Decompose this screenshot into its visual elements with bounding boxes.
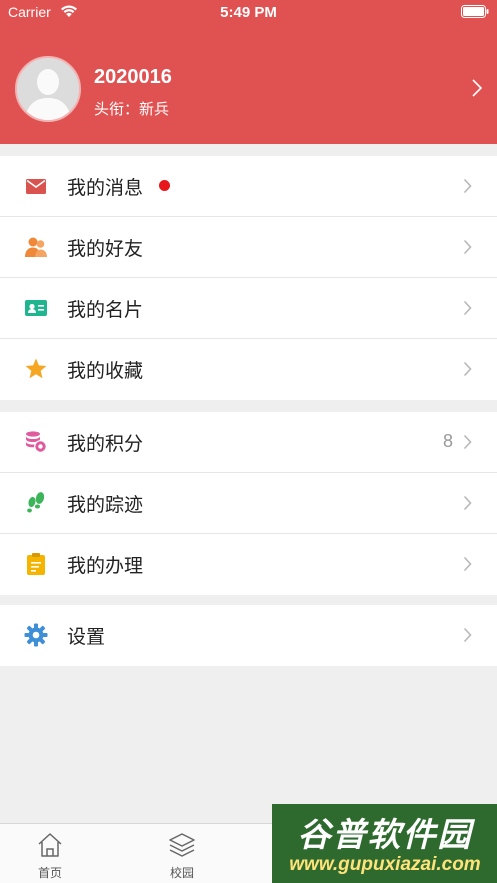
points-value: 8 [442,431,453,451]
tab-label: 校园 [169,866,194,880]
star-icon [25,358,47,379]
tab-label: 首页 [37,866,62,880]
id-card-icon [25,300,47,316]
footprints-icon [27,492,45,513]
chevron-right-icon [463,627,472,643]
battery-icon [461,5,489,18]
menu-item-label: 我的踪迹 [67,494,144,516]
person-silhouette-icon [17,58,79,120]
avatar[interactable] [15,56,81,122]
menu-item-business-card[interactable]: 我的名片 [0,278,497,339]
chevron-right-icon [463,361,472,377]
clipboard-icon [27,553,45,575]
chevron-right-icon [463,556,472,572]
chevron-right-icon [463,434,472,450]
menu-item-label: 我的收藏 [67,360,144,382]
chevron-right-icon [463,178,472,194]
user-rank-title: 头衔：新兵 [94,100,170,118]
chevron-right-icon [463,495,472,511]
watermark-title: 谷普软件园 [297,815,473,854]
menu-item-settings[interactable]: 设置 [0,605,497,666]
chevron-right-icon [463,239,472,255]
menu-item-applications[interactable]: 我的办理 [0,534,497,595]
profile-header[interactable]: Carrier 5:49 PM 2020016 头衔：新兵 [0,0,497,144]
menu-item-favorites[interactable]: 我的收藏 [0,339,497,400]
unread-dot [159,180,170,191]
menu-group-3: 设置 [0,605,497,666]
gear-icon [24,623,48,647]
coins-icon [26,431,47,453]
envelope-icon [26,179,46,194]
chevron-right-icon [463,300,472,316]
site-watermark: 谷普软件园 www.gupuxiazai.com [272,804,497,883]
menu-item-footprints[interactable]: 我的踪迹 [0,473,497,534]
home-icon [38,833,62,857]
tab-home[interactable]: 首页 [0,824,100,883]
username: 2020016 [94,66,172,88]
menu-group-2: 我的积分 8 我的踪迹 我的办理 [0,412,497,595]
status-bar: Carrier 5:49 PM [0,0,497,26]
menu-group-1: 我的消息 我的好友 我的名片 我的收藏 [0,156,497,400]
layers-icon [169,833,195,857]
menu-item-messages[interactable]: 我的消息 [0,156,497,217]
menu-item-label: 我的名片 [67,299,144,321]
watermark-url: www.gupuxiazai.com [289,854,481,875]
clock-time: 5:49 PM [220,4,277,21]
menu-item-label: 设置 [67,626,106,648]
menu-item-label: 我的办理 [67,555,144,577]
menu-item-points[interactable]: 我的积分 8 [0,412,497,473]
chevron-right-icon [472,79,483,97]
menu-item-friends[interactable]: 我的好友 [0,217,497,278]
friends-icon [25,237,47,257]
tab-campus[interactable]: 校园 [132,824,232,883]
menu-item-label: 我的好友 [67,238,144,260]
menu-item-label: 我的积分 [67,433,144,455]
menu-item-label: 我的消息 [67,177,144,199]
